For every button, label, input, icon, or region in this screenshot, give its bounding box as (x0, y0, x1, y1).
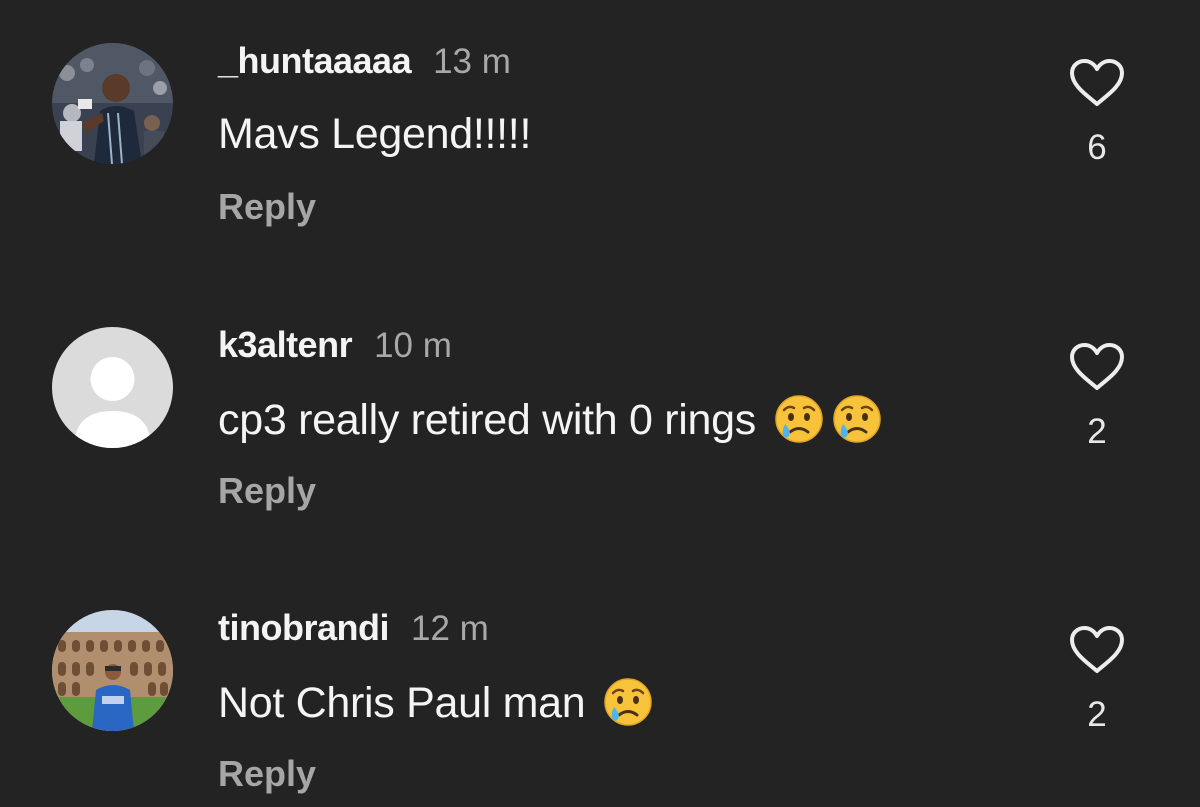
username[interactable]: tinobrandi (218, 607, 389, 648)
timestamp: 12 m (410, 609, 489, 648)
timestamp: 13 m (433, 42, 511, 81)
default-user-avatar-icon (52, 327, 173, 448)
like-button[interactable] (1068, 58, 1126, 108)
like-count: 2 (1087, 695, 1107, 734)
comment-text: cp3 really retired with 0 rings (218, 394, 882, 445)
reply-button[interactable]: Reply (218, 753, 316, 795)
like-button[interactable] (1068, 342, 1126, 392)
like-count: 2 (1087, 412, 1107, 451)
reply-button[interactable]: Reply (218, 470, 316, 512)
username[interactable]: _huntaaaaa (218, 40, 412, 81)
heart-outline-icon (1068, 625, 1126, 675)
comment-item: _huntaaaaa 13 m Mavs Legend!!!!! Reply 6 (0, 0, 1200, 260)
comment-text: Not Chris Paul man (218, 677, 653, 728)
reply-button[interactable]: Reply (218, 186, 316, 228)
avatar-photo (52, 610, 173, 731)
comment-meta: k3altenr 10 m (218, 324, 452, 368)
avatar[interactable] (52, 610, 173, 731)
timestamp: 10 m (374, 326, 452, 365)
crying-face-emoji-icon (603, 677, 653, 727)
avatar[interactable] (52, 43, 173, 164)
crying-face-emoji-icon (832, 394, 882, 444)
avatar-photo (52, 43, 173, 164)
like-button[interactable] (1068, 625, 1126, 675)
comment-text-content: Not Chris Paul man (218, 679, 586, 727)
comment-text: Mavs Legend!!!!! (218, 110, 531, 159)
username[interactable]: k3altenr (218, 324, 353, 365)
comment-text-content: Mavs Legend!!!!! (218, 110, 532, 158)
comment-item: tinobrandi 12 m Not Chris Paul man Reply … (0, 567, 1200, 807)
comment-text-content: cp3 really retired with 0 rings (218, 396, 756, 444)
heart-outline-icon (1068, 342, 1126, 392)
like-count: 6 (1087, 128, 1107, 167)
crying-face-emoji-icon (774, 394, 824, 444)
comment-meta: tinobrandi 12 m (218, 607, 489, 651)
comment-meta: _huntaaaaa 13 m (218, 40, 511, 84)
avatar[interactable] (52, 327, 173, 448)
comments-list: _huntaaaaa 13 m Mavs Legend!!!!! Reply 6 … (0, 0, 1200, 807)
comment-item: k3altenr 10 m cp3 really retired with 0 r… (0, 284, 1200, 544)
heart-outline-icon (1068, 58, 1126, 108)
